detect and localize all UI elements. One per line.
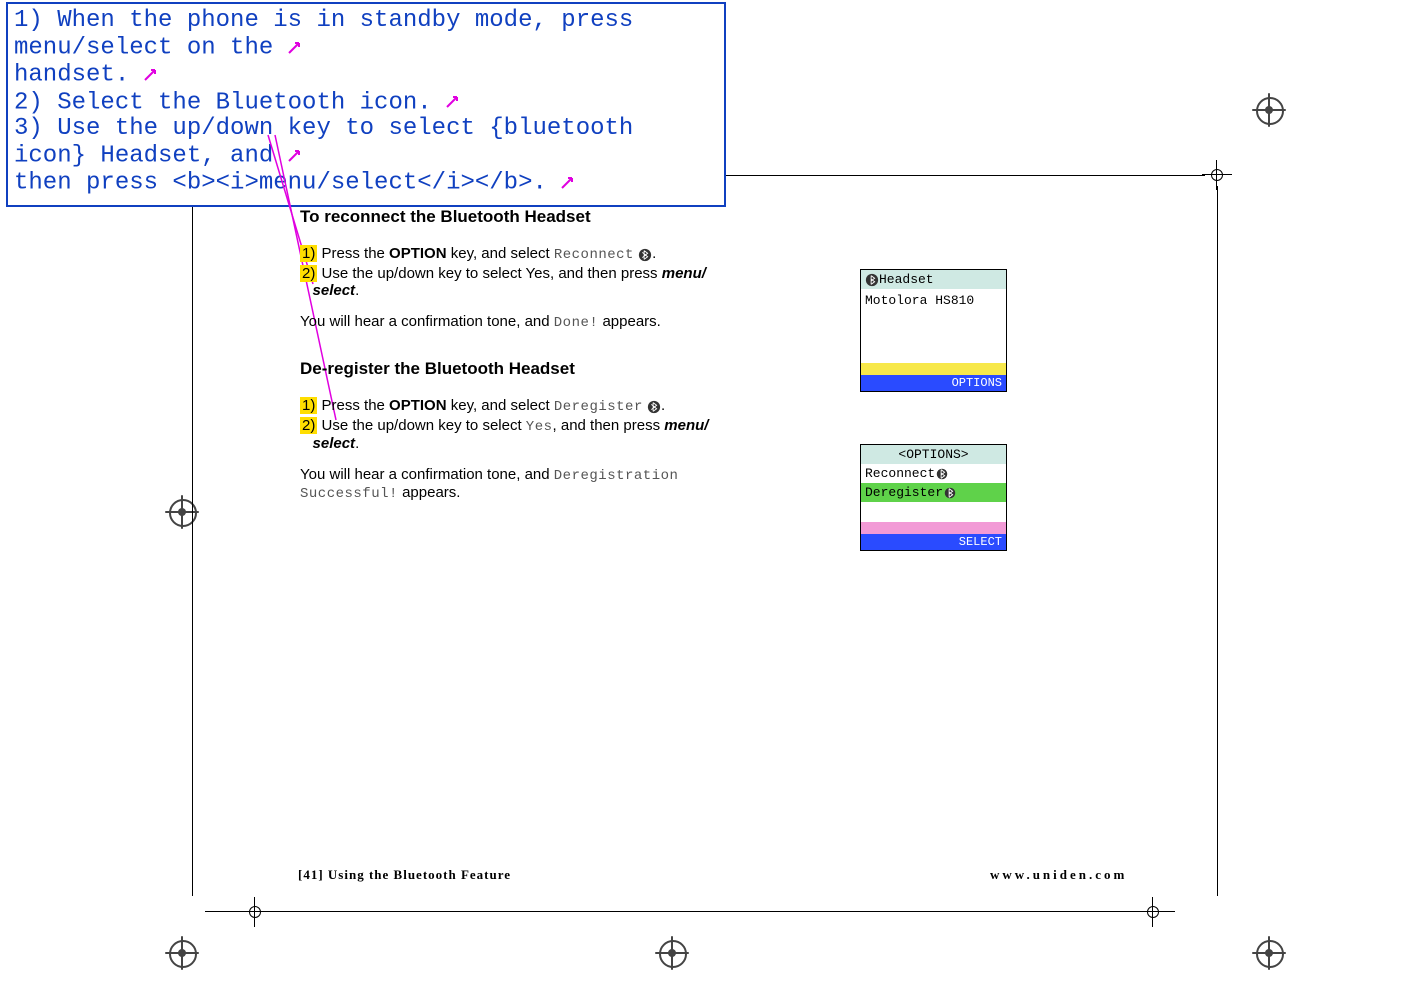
- screen2-row-selected: Deregister: [861, 483, 1006, 502]
- step-text: .: [661, 397, 665, 414]
- note-text: You will hear a confirmation tone, and: [300, 466, 554, 483]
- screen1-title: Headset: [879, 272, 934, 287]
- step-text: .: [355, 435, 359, 452]
- note-text: appears.: [398, 484, 461, 501]
- screen2-header: <OPTIONS>: [861, 445, 1006, 464]
- section2-note: You will hear a confirmation tone, and D…: [300, 466, 820, 502]
- screen1-softkey: OPTIONS: [861, 375, 1006, 391]
- footer-right: www.uniden.com: [990, 867, 1127, 883]
- step-text: , and then press: [553, 417, 665, 434]
- section2-step2: 2) Use the up/down key to select Yes, an…: [300, 417, 820, 452]
- lcd-text: Deregistration: [554, 468, 679, 484]
- step-text: key, and select: [447, 397, 554, 414]
- crop-hline: [205, 911, 1175, 912]
- main-content: To reconnect the Bluetooth Headset 1) Pr…: [300, 195, 820, 516]
- section1-step2: 2) Use the up/down key to select Yes, an…: [300, 265, 820, 299]
- section2-title: De-register the Bluetooth Headset: [300, 359, 820, 379]
- bluetooth-icon: [638, 246, 652, 263]
- target-icon: [655, 936, 689, 970]
- screen2-row-label: Reconnect: [865, 466, 935, 481]
- menu-select-label: menu/: [662, 265, 706, 282]
- annotation-line2: 2) Select the Bluetooth icon.: [14, 89, 432, 116]
- screen1-band: [861, 363, 1006, 375]
- bluetooth-icon: [647, 398, 661, 415]
- anchor-marker-icon: [446, 89, 462, 115]
- target-icon: [1252, 936, 1286, 970]
- anchor-marker-icon: [144, 61, 160, 87]
- screen2-body: Reconnect Deregister: [861, 464, 1006, 522]
- step-text: .: [355, 282, 359, 299]
- menu-select-label: select: [313, 282, 356, 299]
- menu-select-label: menu/: [664, 417, 708, 434]
- section1-note: You will hear a confirmation tone, and D…: [300, 313, 820, 331]
- section1-title: To reconnect the Bluetooth Headset: [300, 207, 820, 227]
- key-label: OPTION: [389, 397, 447, 414]
- screen2-row: Reconnect: [861, 464, 1006, 483]
- annotation-line1: 1) When the phone is in standby mode, pr…: [14, 7, 633, 61]
- footer-left: [41] Using the Bluetooth Feature: [298, 867, 511, 883]
- step-number: 2): [300, 417, 317, 434]
- step-number: 2): [300, 265, 317, 282]
- target-icon: [1252, 93, 1286, 127]
- phone-screen-2: <OPTIONS> Reconnect Deregister SELECT: [860, 444, 1007, 551]
- target-icon: [165, 495, 199, 529]
- step-number: 1): [300, 245, 317, 262]
- menu-select-label: select: [313, 435, 356, 452]
- screen2-row-label: Deregister: [865, 485, 943, 500]
- screen1-header: Headset: [861, 270, 1006, 289]
- phone-screen-1: Headset Motolora HS810 OPTIONS: [860, 269, 1007, 392]
- step-text: Press the: [317, 245, 389, 262]
- step-text: Press the: [317, 397, 389, 414]
- bluetooth-icon: [943, 485, 957, 500]
- annotation-line3b: then press <b><i>menu/select</i></b>.: [14, 170, 547, 197]
- lcd-text: Successful!: [300, 486, 398, 502]
- note-text: appears.: [598, 313, 661, 330]
- step-number: 1): [300, 397, 317, 414]
- note-text: You will hear a confirmation tone, and: [300, 313, 554, 330]
- screen1-body: Motolora HS810: [861, 289, 1006, 363]
- regmark-icon: [240, 897, 270, 927]
- lcd-text: Yes: [526, 419, 553, 435]
- crop-vline: [1217, 186, 1218, 896]
- screen1-row: Motolora HS810: [865, 291, 1002, 310]
- lcd-text: Deregister: [554, 399, 643, 415]
- annotation-box: 1) When the phone is in standby mode, pr…: [6, 2, 726, 207]
- page-number: [41]: [298, 867, 324, 882]
- crop-vline: [192, 186, 193, 896]
- step-text: .: [652, 245, 656, 262]
- step-text: Use the up/down key to select: [317, 417, 525, 434]
- bluetooth-icon: [865, 272, 879, 287]
- screen2-band: [861, 522, 1006, 534]
- lcd-text: Done!: [554, 315, 599, 331]
- step-text: key, and select: [447, 245, 554, 262]
- anchor-marker-icon: [288, 142, 304, 168]
- regmark-icon: [1138, 897, 1168, 927]
- lcd-text: Reconnect: [554, 247, 634, 263]
- section2-step1: 1) Press the OPTION key, and select Dere…: [300, 397, 820, 415]
- section1-step1: 1) Press the OPTION key, and select Reco…: [300, 245, 820, 263]
- step-text: Use the up/down key to select Yes, and t…: [317, 265, 661, 282]
- bluetooth-icon: [935, 466, 949, 481]
- target-icon: [165, 936, 199, 970]
- key-label: OPTION: [389, 245, 447, 262]
- annotation-line3a: 3) Use the up/down key to select {blueto…: [14, 115, 633, 169]
- annotation-line1b: handset.: [14, 62, 129, 89]
- footer-chapter: Using the Bluetooth Feature: [324, 867, 511, 882]
- anchor-marker-icon: [561, 169, 577, 195]
- screen2-softkey: SELECT: [861, 534, 1006, 550]
- anchor-marker-icon: [288, 34, 304, 60]
